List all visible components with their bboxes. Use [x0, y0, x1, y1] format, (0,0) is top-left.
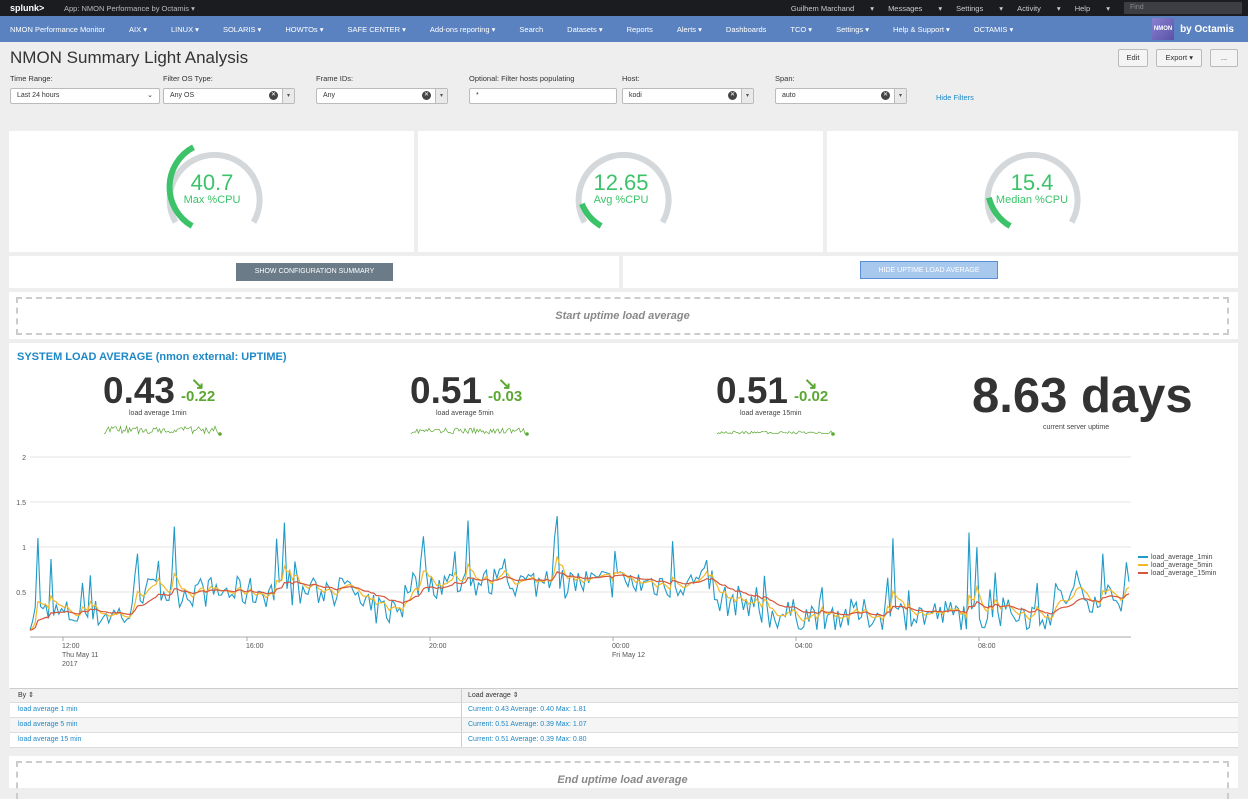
end-uptime-banner: End uptime load average — [16, 761, 1229, 799]
row-by-cell[interactable]: load average 5 min — [10, 718, 462, 732]
chart-legend: load_average_1min load_average_5min load… — [1138, 554, 1216, 578]
row-by-cell[interactable]: load average 1 min — [10, 703, 462, 717]
x-tick-label: 2017 — [62, 661, 78, 668]
x-tick-label: 12:00 — [62, 643, 80, 650]
x-tick-label: 20:00 — [429, 643, 447, 650]
x-tick-label: 00:00 — [612, 643, 630, 650]
row-load-cell[interactable]: Current: 0.43 Average: 0.40 Max: 1.81 — [462, 703, 587, 717]
x-tick-label: 04:00 — [795, 643, 813, 650]
x-tick-label: Fri May 12 — [612, 652, 645, 659]
x-tick-label: 08:00 — [978, 643, 996, 650]
table-row: load average 5 min Current: 0.51 Average… — [10, 718, 1238, 733]
x-tick-label: 16:00 — [246, 643, 264, 650]
row-by-cell[interactable]: load average 15 min — [10, 733, 462, 747]
col-by-header[interactable]: By ⇕ — [10, 689, 462, 702]
row-load-cell[interactable]: Current: 0.51 Average: 0.39 Max: 1.07 — [462, 718, 587, 732]
y-tick-label: 1.5 — [16, 500, 26, 507]
row-load-cell[interactable]: Current: 0.51 Average: 0.39 Max: 0.80 — [462, 733, 587, 747]
table-row: load average 15 min Current: 0.51 Averag… — [10, 733, 1238, 748]
y-tick-label: 2 — [22, 455, 26, 462]
load-average-table: By ⇕ Load average ⇕ load average 1 min C… — [10, 688, 1238, 748]
end-section-panel: End uptime load average — [9, 756, 1238, 799]
table-header: By ⇕ Load average ⇕ — [10, 688, 1238, 703]
y-tick-label: 1 — [22, 545, 26, 552]
legend-item-5min[interactable]: load_average_5min — [1138, 562, 1216, 570]
col-load-header[interactable]: Load average ⇕ — [462, 689, 519, 703]
load-average-chart: 2 1.5 1 0.5 12:00 Thu May 11 2017 16:00 20:00 00:… — [16, 455, 1131, 668]
legend-item-1min[interactable]: load_average_1min — [1138, 554, 1216, 562]
legend-item-15min[interactable]: load_average_15min — [1138, 570, 1216, 578]
table-row: load average 1 min Current: 0.43 Average… — [10, 703, 1238, 718]
x-tick-label: Thu May 11 — [62, 652, 99, 659]
y-tick-label: 0.5 — [16, 590, 26, 597]
